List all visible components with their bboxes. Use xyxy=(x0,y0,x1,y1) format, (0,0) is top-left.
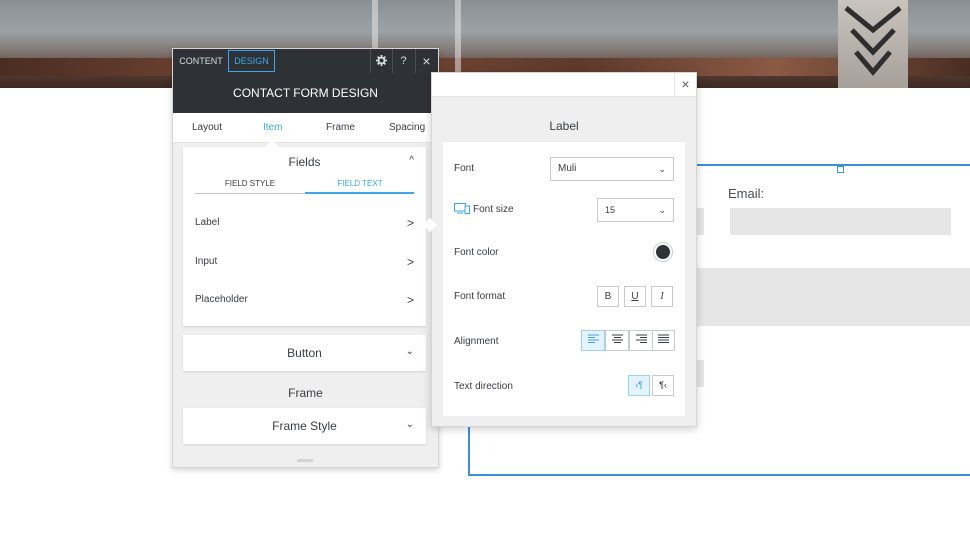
banner-lace xyxy=(838,0,908,88)
label-popup: × Label Font Muli ⌄ Font size 15 ⌄ Font … xyxy=(431,72,697,427)
chevron-up-icon[interactable]: ^ xyxy=(409,155,414,166)
email-label: Email: xyxy=(728,186,765,201)
align-right-button[interactable] xyxy=(629,330,653,351)
field-tabs: FIELD STYLE FIELD TEXT xyxy=(195,179,414,195)
tab-field-style[interactable]: FIELD STYLE xyxy=(195,179,305,193)
close-icon: × xyxy=(422,53,431,69)
align-right-icon xyxy=(635,334,647,343)
chevron-down-icon: ⌄ xyxy=(658,164,666,174)
align-justify-button[interactable] xyxy=(652,330,675,351)
selection-frame-left xyxy=(468,426,470,476)
tab-spacing[interactable]: Spacing xyxy=(389,113,425,143)
rtl-icon: ¶‹ xyxy=(659,380,667,390)
frame-style-card[interactable]: Frame Style ⌄ xyxy=(183,408,426,444)
selection-frame-top xyxy=(697,164,970,166)
alignment-label: Alignment xyxy=(454,336,499,347)
tab-frame[interactable]: Frame xyxy=(326,113,355,143)
font-select[interactable]: Muli ⌄ xyxy=(550,157,674,181)
panel-title: CONTACT FORM DESIGN xyxy=(173,73,438,113)
frame-section-label: Frame xyxy=(288,386,323,400)
row-label: Placeholder xyxy=(195,294,248,305)
row-label: Label xyxy=(195,217,220,228)
font-format-label: Font format xyxy=(454,291,506,302)
resize-handle[interactable] xyxy=(837,166,844,173)
tab-underline-active xyxy=(305,192,414,194)
font-color-label: Font color xyxy=(454,247,499,258)
close-button[interactable]: × xyxy=(415,49,437,73)
tab-item[interactable]: Item xyxy=(263,113,282,143)
font-color-swatch[interactable] xyxy=(653,242,673,262)
design-panel: CONTENT DESIGN ? × CONTACT FORM DESIGN L… xyxy=(172,48,439,468)
font-size-select[interactable]: 15 ⌄ xyxy=(597,198,674,222)
settings-button[interactable] xyxy=(370,49,392,73)
gear-icon xyxy=(376,55,387,66)
fields-title[interactable]: Fields xyxy=(183,155,426,169)
email-field[interactable] xyxy=(730,208,951,235)
input-fragment xyxy=(697,208,704,235)
popup-body: Font Muli ⌄ Font size 15 ⌄ Font color Fo… xyxy=(443,142,685,416)
help-button[interactable]: ? xyxy=(392,49,414,73)
tab-design[interactable]: DESIGN xyxy=(228,50,275,72)
resize-grip[interactable] xyxy=(297,459,313,462)
align-justify-icon xyxy=(658,334,669,343)
font-value: Muli xyxy=(558,163,577,174)
align-left-icon xyxy=(587,334,599,343)
ltr-icon: ›¶ xyxy=(635,380,643,390)
tab-underline xyxy=(195,193,305,194)
chevron-down-icon: ⌄ xyxy=(405,346,414,357)
popup-close-button[interactable]: × xyxy=(674,73,696,97)
submit-fragment xyxy=(697,360,704,387)
message-field[interactable] xyxy=(697,268,970,326)
tab-field-text[interactable]: FIELD TEXT xyxy=(305,179,415,193)
device-icon xyxy=(454,203,470,214)
align-left-button[interactable] xyxy=(581,330,605,351)
tab-content[interactable]: CONTENT xyxy=(177,52,225,70)
popup-header: × xyxy=(432,73,696,97)
button-card[interactable]: Button ⌄ xyxy=(183,335,426,371)
rtl-direction-button[interactable]: ¶‹ xyxy=(652,375,674,396)
font-label: Font xyxy=(454,163,475,174)
help-icon: ? xyxy=(400,55,407,67)
bold-button[interactable]: B xyxy=(597,286,619,307)
chevron-down-icon: ⌄ xyxy=(405,419,414,430)
field-row-label[interactable]: Label > xyxy=(195,213,414,233)
field-row-placeholder[interactable]: Placeholder > xyxy=(195,290,414,310)
row-label: Input xyxy=(195,256,218,267)
chevron-right-icon: > xyxy=(406,255,414,269)
popup-title: Label xyxy=(549,119,579,133)
frame-style-title: Frame Style xyxy=(272,419,337,433)
fields-card: Fields ^ FIELD STYLE FIELD TEXT Label > … xyxy=(183,147,426,326)
align-center-button[interactable] xyxy=(605,330,629,351)
chevron-down-icon: ⌄ xyxy=(658,205,666,215)
underline-button[interactable]: U xyxy=(624,286,646,307)
text-direction-label: Text direction xyxy=(454,381,513,392)
subtab-bar: Layout Item Frame Spacing xyxy=(173,113,438,143)
ltr-direction-button[interactable]: ›¶ xyxy=(628,375,650,396)
field-row-input[interactable]: Input > xyxy=(195,252,414,272)
align-center-icon xyxy=(611,334,623,343)
font-size-value: 15 xyxy=(605,205,616,215)
chevron-right-icon: > xyxy=(406,293,414,307)
chevron-right-icon: > xyxy=(406,216,414,230)
close-icon: × xyxy=(681,76,690,92)
button-card-title: Button xyxy=(287,346,322,360)
font-size-label: Font size xyxy=(454,203,514,215)
italic-button[interactable]: I xyxy=(651,286,673,307)
panel-topbar: CONTENT DESIGN ? × xyxy=(173,49,438,73)
tab-layout[interactable]: Layout xyxy=(192,113,222,143)
selection-frame-bottom xyxy=(468,474,970,476)
